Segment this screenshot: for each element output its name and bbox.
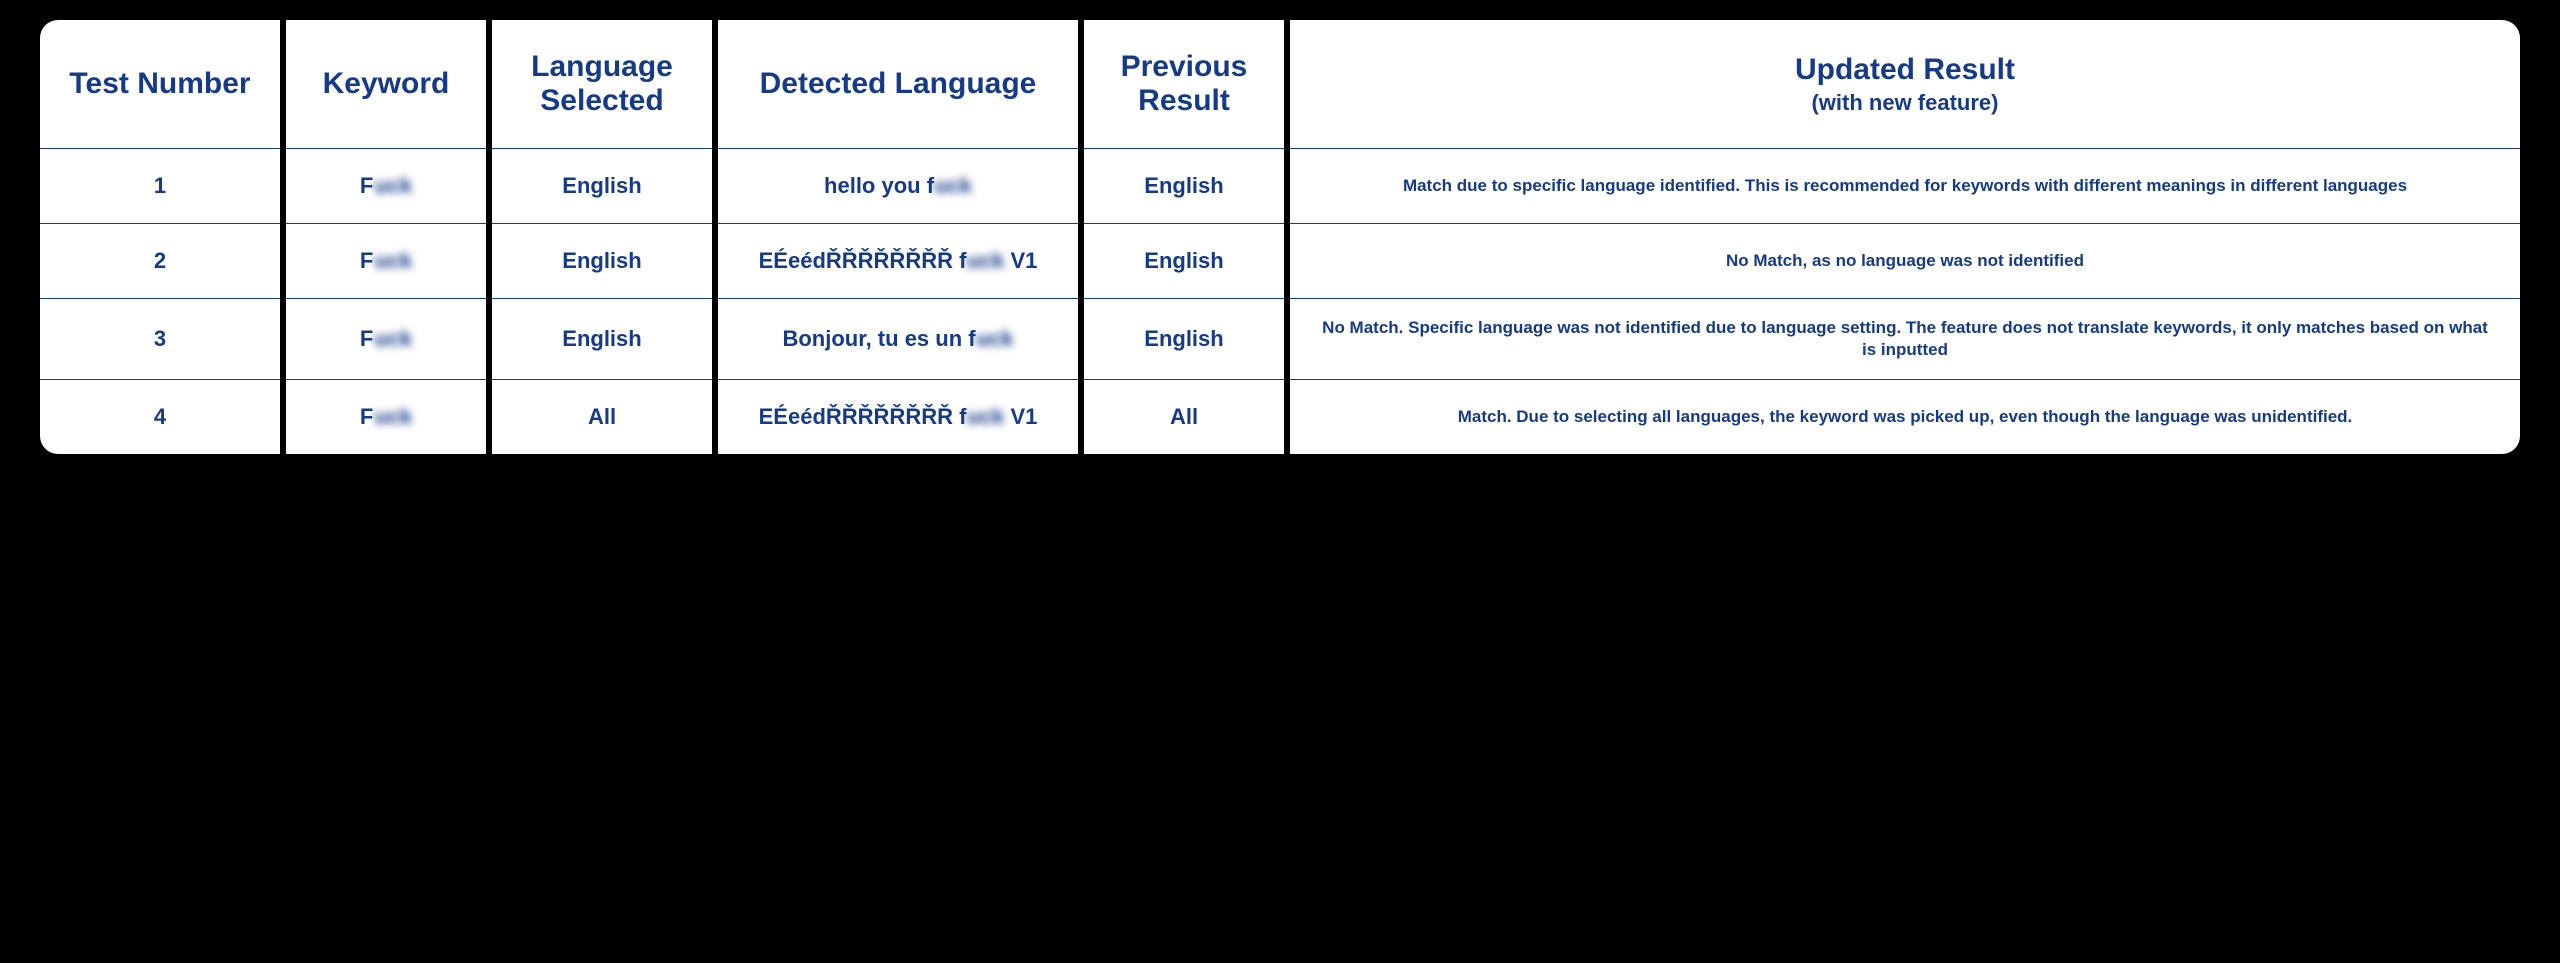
kw-blur: uck	[374, 248, 412, 274]
cell-test-number: 3	[40, 298, 280, 379]
value: Match. Due to selecting all languages, t…	[1458, 406, 2353, 428]
cell-language-selected: English	[492, 298, 712, 379]
cell-keyword: Fuck	[286, 298, 486, 379]
col-header-detected-language: Detected Language	[718, 20, 1078, 148]
cell-test-number: 1	[40, 148, 280, 223]
cell-language-selected: English	[492, 223, 712, 298]
value: English	[562, 326, 641, 352]
cell-previous-result: All	[1084, 379, 1284, 454]
cell-updated-result: No Match. Specific language was not iden…	[1290, 298, 2520, 379]
cell-test-number: 4	[40, 379, 280, 454]
header-label: Keyword	[323, 67, 450, 102]
det-blur: uck	[966, 248, 1004, 273]
cell-keyword: Fuck	[286, 148, 486, 223]
kw-clear: F	[360, 326, 373, 352]
value: English	[1144, 248, 1223, 274]
det-blur: uck	[976, 326, 1014, 351]
value: 2	[154, 248, 166, 274]
value: 1	[154, 173, 166, 199]
cell-keyword: Fuck	[286, 223, 486, 298]
cell-previous-result: English	[1084, 148, 1284, 223]
cell-keyword: Fuck	[286, 379, 486, 454]
header-label: Test Number	[69, 67, 250, 102]
value: English	[1144, 173, 1223, 199]
kw-clear: F	[360, 248, 373, 274]
value: No Match. Specific language was not iden…	[1316, 317, 2494, 361]
cell-previous-result: English	[1084, 223, 1284, 298]
det-pre: EÉeédŘŘŘŘŘŘŘŘ f	[759, 404, 967, 429]
cell-updated-result: Match. Due to selecting all languages, t…	[1290, 379, 2520, 454]
det-pre: EÉeédŘŘŘŘŘŘŘŘ f	[759, 248, 967, 273]
det-blur: uck	[934, 173, 972, 198]
kw-clear: F	[360, 404, 373, 430]
kw-blur: uck	[374, 326, 412, 352]
cell-language-selected: English	[492, 148, 712, 223]
cell-detected-language: Bonjour, tu es un fuck	[718, 298, 1078, 379]
cell-test-number: 2	[40, 223, 280, 298]
value: Match due to specific language identifie…	[1403, 175, 2407, 197]
kw-clear: F	[360, 173, 373, 199]
det-pre: hello you f	[824, 173, 934, 198]
header-sublabel: (with new feature)	[1795, 90, 2015, 115]
cell-detected-language: EÉeédŘŘŘŘŘŘŘŘ fuck V1	[718, 379, 1078, 454]
value: 3	[154, 326, 166, 352]
det-pre: Bonjour, tu es un f	[782, 326, 975, 351]
value: English	[1144, 326, 1223, 352]
kw-blur: uck	[374, 173, 412, 199]
det-blur: uck	[966, 404, 1004, 429]
header-label: Detected Language	[760, 67, 1037, 102]
cell-previous-result: English	[1084, 298, 1284, 379]
value: No Match, as no language was not identif…	[1726, 250, 2084, 272]
value: 4	[154, 404, 166, 430]
col-header-updated-result: Updated Result (with new feature)	[1290, 20, 2520, 148]
cell-detected-language: EÉeédŘŘŘŘŘŘŘŘ fuck V1	[718, 223, 1078, 298]
cell-detected-language: hello you fuck	[718, 148, 1078, 223]
header-label: Previous Result	[1104, 50, 1264, 119]
det-post: V1	[1004, 248, 1037, 273]
results-table: Test Number Keyword Language Selected De…	[40, 20, 2520, 454]
value: All	[1170, 404, 1198, 430]
col-header-keyword: Keyword	[286, 20, 486, 148]
col-header-test-number: Test Number	[40, 20, 280, 148]
det-post: V1	[1004, 404, 1037, 429]
cell-updated-result: Match due to specific language identifie…	[1290, 148, 2520, 223]
value: English	[562, 248, 641, 274]
col-header-previous-result: Previous Result	[1084, 20, 1284, 148]
value: English	[562, 173, 641, 199]
value: All	[588, 404, 616, 430]
header-label: Updated Result	[1795, 53, 2015, 86]
kw-blur: uck	[374, 404, 412, 430]
header-label: Language Selected	[512, 50, 692, 119]
cell-language-selected: All	[492, 379, 712, 454]
col-header-language-selected: Language Selected	[492, 20, 712, 148]
cell-updated-result: No Match, as no language was not identif…	[1290, 223, 2520, 298]
